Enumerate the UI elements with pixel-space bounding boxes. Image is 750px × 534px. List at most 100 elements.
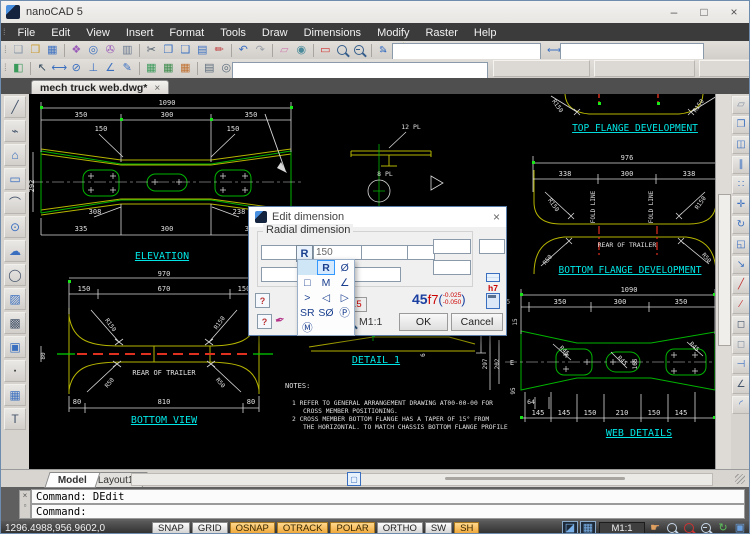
menu-draw[interactable]: Draw xyxy=(254,27,296,39)
menu-raster[interactable]: Raster xyxy=(417,27,465,39)
menu-format[interactable]: Format xyxy=(161,27,212,39)
menu-dimensions[interactable]: Dimensions xyxy=(296,27,369,39)
quick-help-button[interactable]: ? xyxy=(257,314,272,329)
trim-tool[interactable]: ╱ xyxy=(732,276,750,294)
symbol-option-Ø[interactable]: Ø xyxy=(335,260,354,275)
polyline-tool[interactable]: ⌁ xyxy=(4,120,26,142)
region-tool[interactable]: ▣ xyxy=(4,336,26,358)
break-tool[interactable]: ◻ xyxy=(732,316,750,334)
plot-button[interactable]: ❖ xyxy=(68,42,85,58)
workspace-button[interactable]: ◧ xyxy=(10,61,27,77)
symbol-option-M[interactable]: M xyxy=(317,275,336,290)
restore-window-icon[interactable]: ▢ xyxy=(347,472,361,486)
notes-button[interactable]: ▤ xyxy=(201,61,218,77)
table-edit-button[interactable]: ▦ xyxy=(160,61,177,77)
symbol-option-▷[interactable]: ▷ xyxy=(335,290,354,305)
join-tool[interactable]: ⊣ xyxy=(732,356,750,374)
extend-tool[interactable]: ∕ xyxy=(732,296,750,314)
menu-insert[interactable]: Insert xyxy=(118,27,162,39)
suffix-field[interactable] xyxy=(361,245,409,260)
save-button[interactable]: ▦ xyxy=(44,42,61,58)
point-tool[interactable]: · xyxy=(4,360,26,382)
array-tool[interactable]: ∷ xyxy=(732,176,750,194)
dim-angular-button[interactable]: ∠ xyxy=(102,61,119,77)
drawing-status-icon[interactable]: ▦ xyxy=(580,521,596,534)
prefix-field[interactable] xyxy=(261,245,300,260)
paste-special-button[interactable]: ▤ xyxy=(194,42,211,58)
break-point-tool[interactable]: ◻ xyxy=(732,336,750,354)
erase-button[interactable]: ▱ xyxy=(276,42,293,58)
toggle-ortho[interactable]: ORTHO xyxy=(377,522,423,534)
horizontal-scrollbar[interactable] xyxy=(131,473,713,486)
mirror-tool[interactable]: ◫ xyxy=(732,136,750,154)
tab-model[interactable]: Model xyxy=(44,472,100,488)
zoom-out-button[interactable] xyxy=(699,522,713,534)
revision-cloud-tool[interactable]: ☁ xyxy=(4,240,26,262)
dim-ordinate-button[interactable]: ⊥ xyxy=(85,61,102,77)
draft-mode-icon[interactable]: ◪ xyxy=(562,521,578,534)
text-tool[interactable]: T xyxy=(4,408,26,430)
zoom-extents-button[interactable]: ▣ xyxy=(733,522,747,534)
table-export-button[interactable]: ▦ xyxy=(177,61,194,77)
document-tab[interactable]: mech truck web.dwg* × xyxy=(31,80,169,95)
command-pin-icon[interactable]: ▫ xyxy=(24,501,27,511)
circle-tool[interactable]: ⊙ xyxy=(4,216,26,238)
toggle-grid[interactable]: GRID xyxy=(192,522,228,534)
resize-grip[interactable] xyxy=(735,474,745,484)
zoom-out-button[interactable] xyxy=(351,42,368,58)
menu-view[interactable]: View xyxy=(78,27,118,39)
close-button[interactable]: × xyxy=(719,1,749,23)
symbol-option-SØ[interactable]: SØ xyxy=(317,305,336,320)
zoom-realtime-button[interactable] xyxy=(665,522,679,534)
dim-linear-button[interactable]: ⟷ xyxy=(51,61,68,77)
table-tool[interactable]: ▦ xyxy=(4,384,26,406)
command-input-line[interactable]: Command: xyxy=(31,504,745,519)
polygon-tool[interactable]: ⌂ xyxy=(4,144,26,166)
dim-edit-button[interactable]: ✎ xyxy=(119,61,136,77)
command-combo-input[interactable] xyxy=(232,62,488,79)
menu-tools[interactable]: Tools xyxy=(212,27,254,39)
upper-deviation-field[interactable] xyxy=(433,239,471,254)
preview-button[interactable]: ◎ xyxy=(85,42,102,58)
hatch-tool[interactable]: ▨ xyxy=(4,288,26,310)
quick-dimension-input[interactable] xyxy=(560,43,704,60)
vertical-scrollbar-thumb[interactable] xyxy=(718,194,731,346)
symbol-option-SR[interactable]: SR xyxy=(298,305,317,320)
chamfer-tool[interactable]: ∠ xyxy=(732,376,750,394)
rotate-tool[interactable]: ↻ xyxy=(732,216,750,234)
zoom-window-button[interactable] xyxy=(682,522,696,534)
scale-tool[interactable]: ◱ xyxy=(732,236,750,254)
toggle-otrack[interactable]: OTRACK xyxy=(277,522,329,534)
dialog-close-icon[interactable]: × xyxy=(493,210,500,224)
tolerance-field[interactable] xyxy=(407,245,435,260)
symbol-option-∠[interactable]: ∠ xyxy=(335,275,354,290)
fillet-tool[interactable]: ◜ xyxy=(732,396,750,414)
match-properties-button[interactable]: ✏ xyxy=(211,42,228,58)
symbol-option-◁[interactable]: ◁ xyxy=(317,290,336,305)
toggle-sw[interactable]: SW xyxy=(425,522,452,534)
symbol-option-R[interactable]: R xyxy=(317,260,336,275)
select-cursor-button[interactable]: ↖ xyxy=(34,61,51,77)
horizontal-scrollbar-thumb[interactable] xyxy=(445,477,625,480)
cancel-button[interactable]: Cancel xyxy=(451,313,503,331)
lower-deviation-field[interactable] xyxy=(433,260,471,275)
fit-preview[interactable]: 45f7(-0.025-0.050) xyxy=(412,291,466,307)
gradient-tool[interactable]: ▩ xyxy=(4,312,26,334)
tolerance-table-button[interactable]: h7 xyxy=(485,273,501,294)
symbol-option-Ⓟ[interactable]: Ⓟ xyxy=(335,305,354,320)
dim-radius-button[interactable]: ⊘ xyxy=(68,61,85,77)
menu-help[interactable]: Help xyxy=(466,27,505,39)
ellipse-tool[interactable]: ◯ xyxy=(4,264,26,286)
select-window-button[interactable]: ▭ xyxy=(317,42,334,58)
rectangle-tool[interactable]: ▭ xyxy=(4,168,26,190)
toggle-polar[interactable]: POLAR xyxy=(330,522,374,534)
symbol-option-none[interactable] xyxy=(298,260,317,275)
pan-button[interactable]: ☛ xyxy=(648,522,662,534)
batch-button[interactable]: ▥ xyxy=(119,42,136,58)
unit-field[interactable] xyxy=(479,239,505,254)
redo-button[interactable]: ↷ xyxy=(252,42,269,58)
toggle-osnap[interactable]: OSNAP xyxy=(230,522,275,534)
offset-tool[interactable]: ∥ xyxy=(732,156,750,174)
symbol-option-□[interactable]: □ xyxy=(298,275,317,290)
zoom-realtime-button[interactable]: ◉ xyxy=(293,42,310,58)
